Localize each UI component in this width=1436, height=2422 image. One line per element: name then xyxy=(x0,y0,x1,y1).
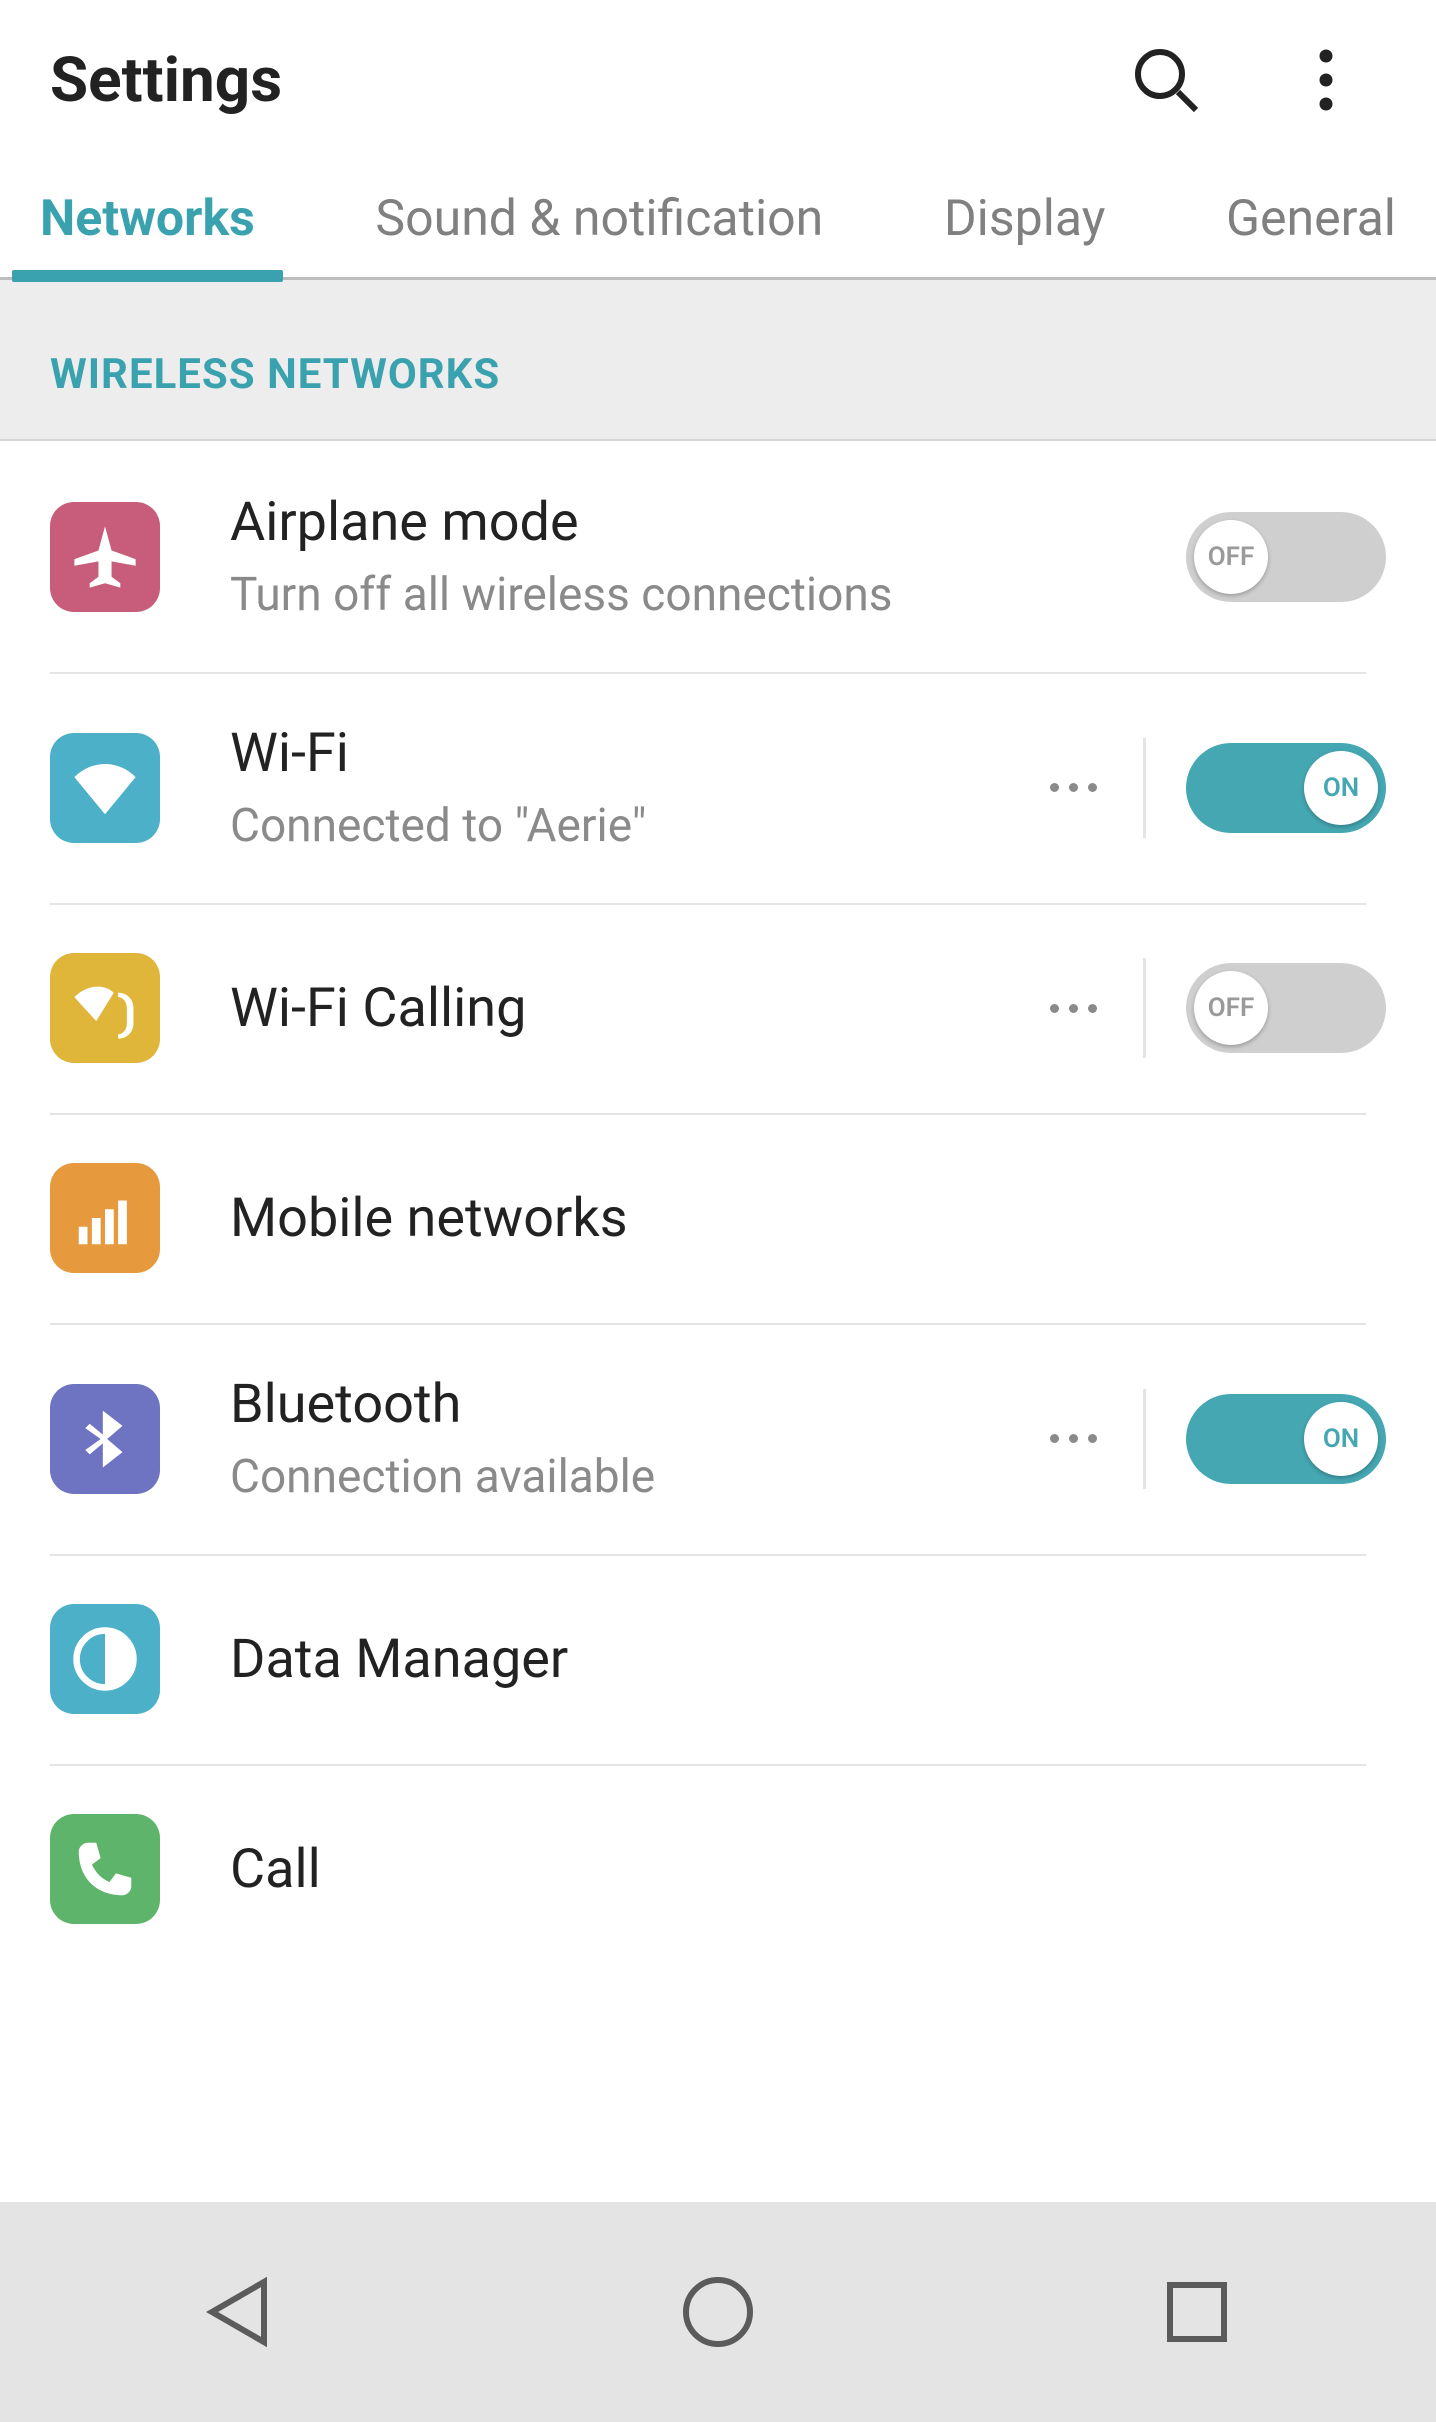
nav-home-icon[interactable] xyxy=(648,2242,788,2382)
page-title: Settings xyxy=(50,44,1126,117)
tab-display[interactable]: Display xyxy=(934,159,1116,279)
toggle-state-label: ON xyxy=(1323,1424,1359,1454)
row-extra: ON xyxy=(1033,1384,1386,1494)
toggle-state-label: OFF xyxy=(1208,542,1255,572)
more-icon[interactable] xyxy=(1033,1434,1113,1443)
wificall-icon xyxy=(50,953,160,1063)
toggle-state-label: OFF xyxy=(1208,993,1255,1023)
overflow-menu-icon[interactable] xyxy=(1286,40,1366,120)
row-title: Data Manager xyxy=(230,1628,1386,1691)
row-extra: OFF xyxy=(1186,502,1386,612)
toggle-state-label: ON xyxy=(1323,773,1359,803)
row-subtitle: Connected to "Aerie" xyxy=(230,799,1033,853)
data-icon xyxy=(50,1604,160,1714)
row-call[interactable]: Call xyxy=(0,1764,1436,1974)
row-title: Mobile networks xyxy=(230,1187,1386,1250)
bluetooth-icon xyxy=(50,1384,160,1494)
tab-general[interactable]: General xyxy=(1216,159,1406,279)
app-header: Settings xyxy=(0,0,1436,160)
airplane-icon xyxy=(50,502,160,612)
bluetooth-toggle[interactable]: ON xyxy=(1186,1394,1386,1484)
row-text: Call xyxy=(230,1838,1386,1901)
tab-networks[interactable]: Networks xyxy=(30,159,265,279)
section-header-wireless: WIRELESS NETWORKS xyxy=(0,280,1436,441)
row-text: Airplane mode Turn off all wireless conne… xyxy=(230,491,1186,622)
row-text: Wi-Fi Calling xyxy=(230,977,1033,1040)
nav-recent-icon[interactable] xyxy=(1127,2242,1267,2382)
nav-back-icon[interactable] xyxy=(169,2242,309,2382)
row-airplane[interactable]: Airplane mode Turn off all wireless conne… xyxy=(0,441,1436,672)
call-icon xyxy=(50,1814,160,1924)
row-subtitle: Turn off all wireless connections xyxy=(230,568,1186,622)
separator xyxy=(1143,738,1146,838)
row-title: Wi-Fi xyxy=(230,722,1033,785)
tabs: Networks Sound & notification Display Gener… xyxy=(0,160,1436,280)
row-title: Airplane mode xyxy=(230,491,1186,554)
more-icon[interactable] xyxy=(1033,783,1113,792)
row-mobile[interactable]: Mobile networks xyxy=(0,1113,1436,1323)
row-text: Mobile networks xyxy=(230,1187,1386,1250)
airplane-toggle[interactable]: OFF xyxy=(1186,512,1386,602)
system-navbar xyxy=(0,2202,1436,2422)
more-icon[interactable] xyxy=(1033,1004,1113,1013)
row-subtitle: Connection available xyxy=(230,1450,1033,1504)
wificall-toggle[interactable]: OFF xyxy=(1186,963,1386,1053)
separator xyxy=(1143,1389,1146,1489)
wifi-toggle[interactable]: ON xyxy=(1186,743,1386,833)
mobile-icon xyxy=(50,1163,160,1273)
row-title: Wi-Fi Calling xyxy=(230,977,1033,1040)
settings-list: Airplane mode Turn off all wireless conne… xyxy=(0,441,1436,2202)
row-bluetooth[interactable]: Bluetooth Connection available ON xyxy=(0,1323,1436,1554)
row-title: Bluetooth xyxy=(230,1373,1033,1436)
row-text: Bluetooth Connection available xyxy=(230,1373,1033,1504)
row-extra: OFF xyxy=(1033,953,1386,1063)
search-icon[interactable] xyxy=(1126,40,1206,120)
row-wifi[interactable]: Wi-Fi Connected to "Aerie" ON xyxy=(0,672,1436,903)
row-title: Call xyxy=(230,1838,1386,1901)
header-actions xyxy=(1126,40,1386,120)
tab-sound-notification[interactable]: Sound & notification xyxy=(365,159,833,279)
row-extra: ON xyxy=(1033,733,1386,843)
row-data[interactable]: Data Manager xyxy=(0,1554,1436,1764)
wifi-icon xyxy=(50,733,160,843)
row-text: Wi-Fi Connected to "Aerie" xyxy=(230,722,1033,853)
separator xyxy=(1143,958,1146,1058)
row-text: Data Manager xyxy=(230,1628,1386,1691)
row-wificall[interactable]: Wi-Fi Calling OFF xyxy=(0,903,1436,1113)
